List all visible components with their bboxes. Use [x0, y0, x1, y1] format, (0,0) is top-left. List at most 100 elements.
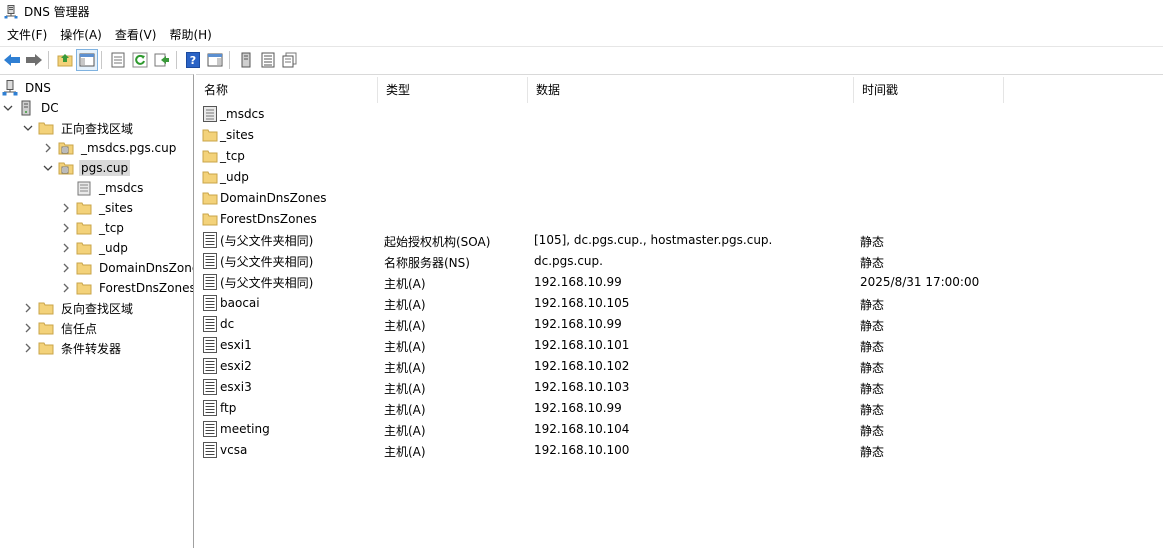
expand-chevron-right-icon[interactable]	[22, 322, 34, 334]
expand-chevron-right-icon[interactable]	[60, 242, 72, 254]
menu-help[interactable]: 帮助(H)	[163, 26, 217, 43]
zone-icon	[58, 160, 74, 176]
record-icon	[202, 231, 218, 249]
folder-icon	[76, 200, 92, 216]
tree-item-zone-pgs[interactable]: pgs.cup	[42, 158, 131, 178]
tree-item-sub-tcp[interactable]: _tcp	[60, 218, 126, 238]
tree-item-forward-zones[interactable]: 正向查找区域	[22, 118, 135, 138]
record-list-icon	[261, 52, 275, 68]
record-timestamp: 2025/8/31 17:00:00	[860, 275, 980, 289]
refresh-button[interactable]	[130, 50, 150, 70]
delegated-folder-icon	[202, 105, 218, 123]
window-title: DNS 管理器	[24, 5, 90, 19]
tree-item-sub-msdcs[interactable]: _msdcs	[76, 178, 145, 198]
copy-records-button[interactable]	[280, 50, 300, 70]
help-button[interactable]: ?	[183, 50, 203, 70]
record-timestamp: 静态	[860, 298, 885, 312]
record-type: 主机(A)	[384, 298, 426, 312]
expand-chevron-right-icon[interactable]	[42, 142, 54, 154]
tree-item-sub-domaindnszones[interactable]: DomainDnsZones	[60, 258, 193, 278]
menu-action[interactable]: 操作(A)	[54, 26, 108, 43]
toolbar: ?	[0, 46, 1163, 73]
record-icon	[202, 336, 218, 354]
expand-chevron-down-icon[interactable]	[2, 102, 14, 114]
back-arrow-icon	[4, 54, 20, 66]
toolbar-separator	[48, 51, 49, 69]
tree-item-reverse-zones[interactable]: 反向查找区域	[22, 298, 135, 318]
expand-chevron-right-icon[interactable]	[60, 222, 72, 234]
toolbar-separator	[101, 51, 102, 69]
folder-icon	[76, 220, 92, 236]
action-pane-icon	[207, 53, 223, 67]
record-timestamp: 静态	[860, 340, 885, 354]
record-name-cell: ftp	[202, 399, 236, 417]
record-timestamp: 静态	[860, 361, 885, 375]
expand-chevron-right-icon[interactable]	[60, 202, 72, 214]
record-icon	[202, 441, 218, 459]
expand-chevron-right-icon[interactable]	[22, 302, 34, 314]
menu-file[interactable]: 文件(F)	[1, 26, 53, 43]
record-name: esxi2	[220, 359, 252, 373]
tree-item-dns[interactable]: DNS	[2, 78, 53, 98]
record-name: dc	[220, 317, 235, 331]
toolbar-separator	[176, 51, 177, 69]
tree-label: _msdcs	[99, 181, 144, 195]
column-header-type[interactable]: 类型	[378, 77, 528, 103]
expand-chevron-down-icon[interactable]	[42, 162, 54, 174]
record-data: 192.168.10.104	[534, 422, 630, 436]
server-button[interactable]	[236, 50, 256, 70]
copy-records-icon	[282, 52, 297, 68]
record-timestamp: 静态	[860, 403, 885, 417]
column-header-name[interactable]: 名称	[196, 77, 378, 103]
record-data: 192.168.10.101	[534, 338, 630, 352]
tree-label: _udp	[99, 241, 128, 255]
tree-item-zone-msdcs[interactable]: _msdcs.pgs.cup	[42, 138, 178, 158]
folder-icon	[202, 210, 218, 228]
record-list: 名称 类型 数据 时间戳 _msdcs _sites _tcp _udp DomainD…	[196, 74, 1163, 548]
tree-label: 条件转发器	[61, 341, 122, 356]
properties-button[interactable]	[108, 50, 128, 70]
record-name-cell: _sites	[202, 126, 254, 144]
show-action-pane-button[interactable]	[205, 50, 225, 70]
expand-chevron-right-icon[interactable]	[60, 282, 72, 294]
menu-view[interactable]: 查看(V)	[109, 26, 163, 43]
export-list-button[interactable]	[152, 50, 172, 70]
tree-label: 正向查找区域	[61, 121, 134, 136]
record-name-cell: DomainDnsZones	[202, 189, 326, 207]
expand-chevron-down-icon[interactable]	[22, 122, 34, 134]
expand-chevron-right-icon[interactable]	[22, 342, 34, 354]
record-data: 192.168.10.105	[534, 296, 630, 310]
list-header: 名称 类型 数据 时间戳	[196, 77, 1004, 103]
record-icon	[202, 252, 218, 270]
folder-icon	[38, 300, 54, 316]
refresh-icon	[132, 52, 148, 68]
tree-item-sub-udp[interactable]: _udp	[60, 238, 130, 258]
tree-item-sub-forestdnszones[interactable]: ForestDnsZones	[60, 278, 193, 298]
tree-label: _msdcs.pgs.cup	[81, 141, 177, 155]
record-data: dc.pgs.cup.	[534, 254, 603, 268]
record-name: esxi3	[220, 380, 252, 394]
tree-item-trust-points[interactable]: 信任点	[22, 318, 99, 338]
svg-text:?: ?	[190, 54, 196, 67]
record-list-button[interactable]	[258, 50, 278, 70]
tree-item-conditional-forwarders[interactable]: 条件转发器	[22, 338, 123, 358]
back-button[interactable]	[2, 50, 22, 70]
title-bar: DNS 管理器	[0, 0, 1163, 23]
column-header-timestamp[interactable]: 时间戳	[854, 77, 1004, 103]
show-hide-console-tree-button[interactable]	[76, 49, 98, 71]
record-icon	[202, 315, 218, 333]
folder-icon	[76, 280, 92, 296]
up-level-button[interactable]	[55, 50, 75, 70]
record-name: ftp	[220, 401, 237, 415]
expand-chevron-right-icon[interactable]	[60, 262, 72, 274]
record-name-cell: esxi1	[202, 336, 252, 354]
column-header-data[interactable]: 数据	[528, 77, 854, 103]
record-name-cell: (与父文件夹相同)	[202, 252, 313, 270]
record-name-cell: (与父文件夹相同)	[202, 231, 313, 249]
forward-button[interactable]	[24, 50, 44, 70]
tree-item-sub-sites[interactable]: _sites	[60, 198, 135, 218]
tree-item-dc[interactable]: DC	[2, 98, 61, 118]
record-timestamp: 静态	[860, 382, 885, 396]
server-icon	[241, 52, 251, 68]
folder-up-icon	[57, 54, 73, 67]
